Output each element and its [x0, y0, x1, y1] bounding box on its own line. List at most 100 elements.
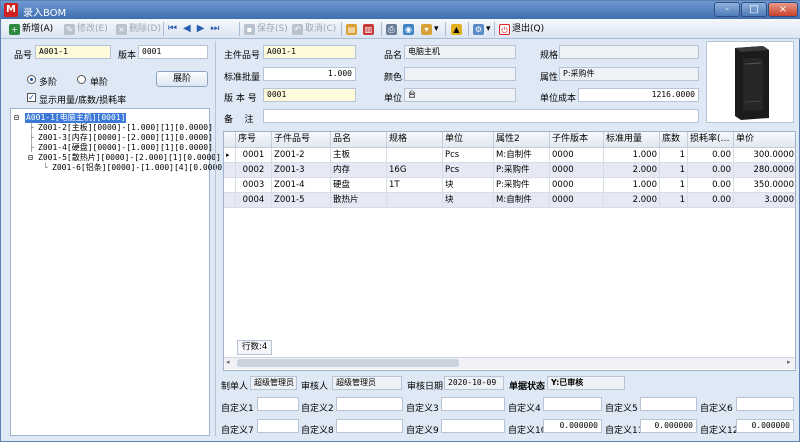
grid-cell[interactable]: Z001-2 — [272, 148, 331, 163]
custom-field[interactable] — [257, 397, 299, 411]
preview-button[interactable]: ◉ — [403, 21, 414, 37]
attribute-field[interactable]: P:采购件 — [559, 67, 699, 81]
column-header[interactable]: 子件品号 — [272, 132, 331, 148]
single-level-radio[interactable] — [77, 75, 86, 84]
grid-cell[interactable]: 2.000 — [604, 163, 660, 178]
grid-cell[interactable]: 1 — [660, 178, 688, 193]
first-record-icon[interactable]: ⏮ — [168, 21, 181, 37]
grid-cell[interactable]: 300.0000 — [734, 148, 795, 163]
column-header[interactable]: 底数 — [660, 132, 688, 148]
column-header[interactable]: 品名 — [331, 132, 387, 148]
grid-cell[interactable]: 0000 — [550, 193, 604, 208]
bom-tree[interactable]: ⊟ A001-1[电脑主机][0001] ├ Z001-2[主板][0000]-… — [10, 108, 227, 436]
std-batch-field[interactable]: 1.000 — [263, 67, 356, 81]
doc-status-field[interactable]: Y:已审核 — [547, 376, 625, 390]
last-record-icon[interactable]: ⏭ — [210, 21, 223, 37]
custom-field[interactable] — [257, 419, 299, 433]
name-field[interactable]: 电脑主机 — [404, 45, 516, 59]
print-button[interactable]: ⎙ — [386, 21, 397, 37]
tree-node[interactable]: Z001-4[硬盘][0000]-[1.000][1][0.0000] — [38, 143, 213, 153]
grid-cell[interactable]: 350.0000 — [734, 178, 795, 193]
unit-field[interactable]: 台 — [404, 88, 516, 102]
tree-node-root[interactable]: A001-1[电脑主机][0001] — [25, 113, 127, 123]
exit-button[interactable]: ⏻ 退出(Q) — [499, 21, 544, 37]
grid-cell[interactable]: 0001 — [236, 148, 272, 163]
save-button[interactable]: ▪ 保存(S) — [244, 21, 288, 37]
tree-collapse-icon[interactable]: ⊟ — [14, 113, 19, 123]
options-dropdown[interactable]: ▾ ▾ — [421, 21, 439, 37]
custom-field[interactable]: 0.000000 — [640, 419, 697, 433]
column-header[interactable]: 单位 — [443, 132, 494, 148]
version-no-field[interactable]: 0001 — [263, 88, 356, 102]
record-nav[interactable]: ⏮ ◀ ▶ ⏭ — [168, 21, 223, 37]
scroll-left-icon[interactable]: ◂ — [226, 358, 230, 366]
grid-cell[interactable]: 1T — [387, 178, 443, 193]
grid-cell[interactable] — [387, 193, 443, 208]
custom-field[interactable]: 0.000000 — [543, 419, 602, 433]
import-button[interactable]: ▤ — [346, 21, 357, 37]
grid-cell[interactable]: 2.000 — [604, 193, 660, 208]
grid-cell[interactable]: P:采购件 — [494, 178, 550, 193]
grid-cell[interactable]: M:自制件 — [494, 193, 550, 208]
grid-cell[interactable]: 块 — [443, 193, 494, 208]
cancel-button[interactable]: ↶ 取消(C) — [292, 21, 336, 37]
grid-cell[interactable] — [387, 148, 443, 163]
main-part-field[interactable]: A001-1 — [263, 45, 356, 59]
custom-field[interactable] — [736, 397, 794, 411]
grid-cell[interactable]: 散热片 — [331, 193, 387, 208]
column-header[interactable]: 子件版本 — [550, 132, 604, 148]
color-field[interactable] — [404, 67, 516, 81]
grid-cell[interactable]: Z001-3 — [272, 163, 331, 178]
tree-node[interactable]: Z001-3[内存][0000]-[2.000][1][0.0000] — [38, 133, 213, 143]
grid-cell[interactable]: 0003 — [236, 178, 272, 193]
new-button[interactable]: + 新增(A) — [9, 21, 53, 37]
grid-cell[interactable]: 0.00 — [688, 163, 734, 178]
custom-field[interactable] — [336, 419, 403, 433]
scroll-right-icon[interactable]: ▸ — [787, 358, 791, 366]
grid-cell[interactable]: 1.000 — [604, 148, 660, 163]
tree-node[interactable]: Z001-5[散热片][0000]-[2.000][1][0.0000] — [38, 153, 221, 163]
column-header[interactable]: 标准用量 — [604, 132, 660, 148]
edit-button[interactable]: ✎ 修改(E) — [64, 21, 108, 37]
grid-cell[interactable]: 0002 — [236, 163, 272, 178]
filter-button[interactable]: ▲ — [451, 21, 462, 37]
scrollbar-thumb[interactable] — [237, 359, 459, 367]
spec-field[interactable] — [559, 45, 699, 59]
bom-detail-grid[interactable]: 序号 子件品号 品名 规格 单位 属性2 子件版本 标准用量 底数 损耗率(… … — [223, 131, 796, 371]
multi-level-radio[interactable] — [27, 75, 36, 84]
version-field[interactable]: 0001 — [138, 45, 208, 59]
tools-dropdown[interactable]: ⚙ ▾ — [473, 21, 491, 37]
grid-cell[interactable]: 0.00 — [688, 148, 734, 163]
custom-field[interactable] — [441, 419, 505, 433]
grid-cell[interactable]: 0000 — [550, 178, 604, 193]
grid-cell[interactable]: Z001-5 — [272, 193, 331, 208]
auditor-field[interactable]: 超级管理员 — [332, 376, 402, 390]
custom-field[interactable] — [441, 397, 505, 411]
expand-button[interactable]: 展阶 — [156, 71, 208, 87]
grid-cell[interactable]: 0.00 — [688, 193, 734, 208]
grid-cell[interactable]: 3.0000 — [734, 193, 795, 208]
grid-cell[interactable]: 0000 — [550, 148, 604, 163]
tree-collapse-icon[interactable]: ⊟ — [28, 153, 33, 163]
grid-cell[interactable]: 0.00 — [688, 178, 734, 193]
grid-cell[interactable]: 内存 — [331, 163, 387, 178]
tree-node[interactable]: Z001-6[铝条][0000]-[1.000][4][0.0000] — [52, 163, 227, 173]
grid-cell[interactable]: 1 — [660, 163, 688, 178]
grid-cell[interactable]: 1 — [660, 193, 688, 208]
custom-field[interactable]: 0.000000 — [736, 419, 794, 433]
grid-cell[interactable]: 1 — [660, 148, 688, 163]
column-header[interactable]: 单价 — [734, 132, 795, 148]
grid-cell[interactable]: P:采购件 — [494, 163, 550, 178]
grid-cell[interactable]: 块 — [443, 178, 494, 193]
minimize-button[interactable]: - — [714, 2, 740, 17]
panel-splitter[interactable] — [215, 41, 216, 436]
next-record-icon[interactable]: ▶ — [197, 21, 209, 37]
column-header[interactable]: 序号 — [236, 132, 272, 148]
custom-field[interactable] — [336, 397, 403, 411]
grid-cell[interactable]: 16G — [387, 163, 443, 178]
grid-cell[interactable]: 0004 — [236, 193, 272, 208]
close-button[interactable]: × — [768, 2, 798, 17]
grid-cell[interactable]: 280.0000 — [734, 163, 795, 178]
tree-node[interactable]: Z001-2[主板][0000]-[1.000][1][0.0000] — [38, 123, 213, 133]
grid-cell[interactable]: 硬盘 — [331, 178, 387, 193]
